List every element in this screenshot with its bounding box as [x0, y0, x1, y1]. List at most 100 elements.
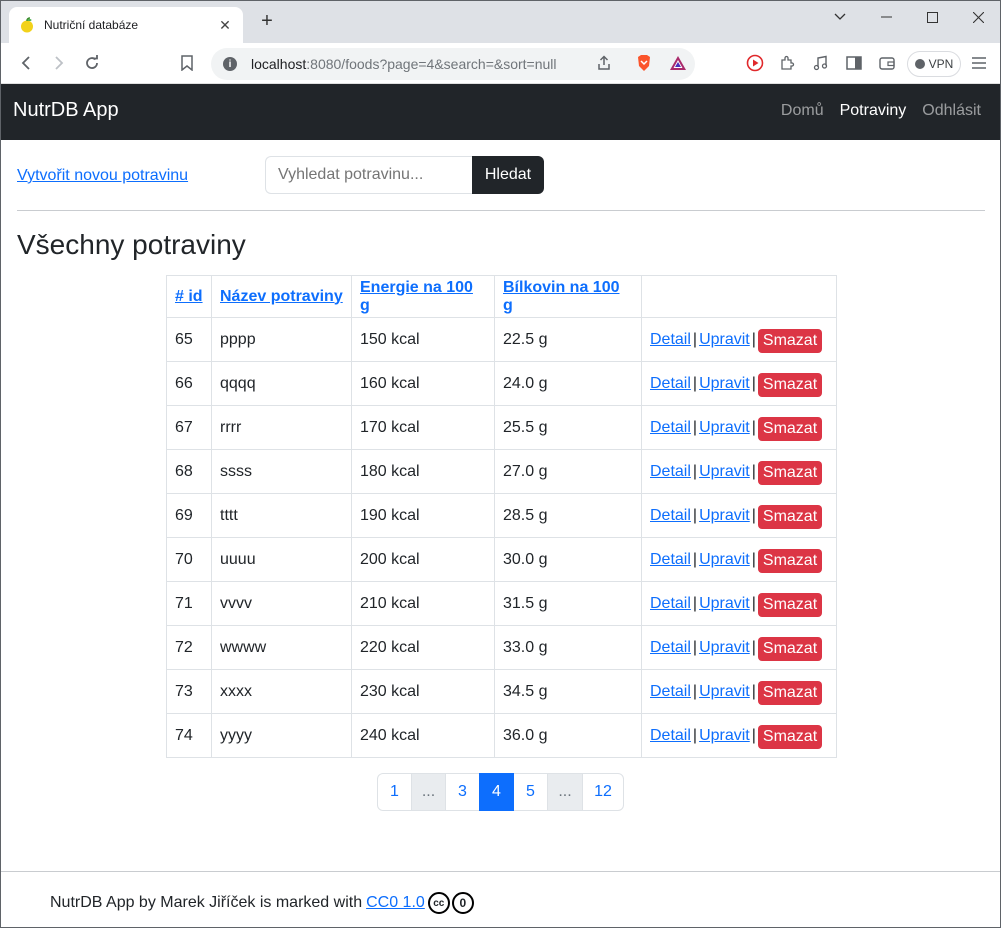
- action-separator: |: [692, 550, 698, 568]
- sidebar-icon[interactable]: [843, 52, 865, 74]
- edit-link[interactable]: Upravit: [699, 639, 750, 656]
- edit-link[interactable]: Upravit: [699, 595, 750, 612]
- edit-link[interactable]: Upravit: [699, 551, 750, 568]
- maximize-icon[interactable]: [909, 1, 955, 33]
- navbar-brand[interactable]: NutrDB App: [13, 99, 119, 122]
- delete-button[interactable]: Smazat: [757, 416, 823, 441]
- music-note-icon[interactable]: [809, 52, 831, 74]
- wallet-icon[interactable]: [876, 52, 898, 74]
- cell-id: 67: [166, 405, 212, 450]
- vpn-button[interactable]: VPN: [907, 51, 961, 77]
- bookmark-icon[interactable]: [176, 52, 198, 74]
- url-path: :8080/foods?page=4&search=&sort=null: [306, 56, 557, 72]
- edit-link[interactable]: Upravit: [699, 507, 750, 524]
- detail-link[interactable]: Detail: [650, 639, 691, 656]
- edit-link[interactable]: Upravit: [699, 727, 750, 744]
- cell-id: 70: [166, 537, 212, 582]
- cell-name: xxxx: [211, 669, 352, 714]
- extensions-puzzle-icon[interactable]: [776, 52, 798, 74]
- edit-link[interactable]: Upravit: [699, 375, 750, 392]
- cell-energy: 230 kcal: [351, 669, 495, 714]
- detail-link[interactable]: Detail: [650, 331, 691, 348]
- share-icon[interactable]: [593, 52, 615, 74]
- cc-zero-icon: 0: [451, 892, 474, 914]
- create-food-link[interactable]: Vytvořit novou potravinu: [17, 167, 188, 185]
- page-ellipsis: ...: [411, 773, 446, 811]
- cell-actions: Detail | Upravit | Smazat: [641, 405, 837, 450]
- new-tab-icon[interactable]: +: [257, 11, 277, 31]
- sort-by-name-link[interactable]: Název potraviny: [220, 288, 343, 305]
- detail-link[interactable]: Detail: [650, 595, 691, 612]
- reload-icon[interactable]: [81, 52, 103, 74]
- action-separator: |: [692, 682, 698, 700]
- delete-button[interactable]: Smazat: [757, 372, 823, 397]
- delete-button[interactable]: Smazat: [757, 328, 823, 353]
- brave-rewards-icon[interactable]: [667, 52, 689, 74]
- detail-link[interactable]: Detail: [650, 551, 691, 568]
- cell-protein: 36.0 g: [494, 713, 642, 758]
- tab-search-chevron-icon[interactable]: [817, 1, 863, 33]
- nav-link-home[interactable]: Domů: [781, 102, 824, 120]
- cell-id: 68: [166, 449, 212, 494]
- sort-by-energy-link[interactable]: Energie na 100 g: [360, 279, 473, 314]
- action-separator: |: [692, 726, 698, 744]
- detail-link[interactable]: Detail: [650, 507, 691, 524]
- app-navbar: NutrDB App Domů Potraviny Odhlásit: [1, 84, 1000, 140]
- browser-tab[interactable]: Nutriční databáze ✕: [9, 7, 243, 43]
- search-button[interactable]: Hledat: [472, 156, 544, 194]
- edit-link[interactable]: Upravit: [699, 419, 750, 436]
- cell-actions: Detail | Upravit | Smazat: [641, 625, 837, 670]
- page-link-1[interactable]: 1: [377, 773, 412, 811]
- minimize-icon[interactable]: [863, 1, 909, 33]
- cell-name: tttt: [211, 493, 352, 538]
- menu-hamburger-icon[interactable]: [968, 52, 990, 74]
- cell-energy: 240 kcal: [351, 713, 495, 758]
- delete-button[interactable]: Smazat: [757, 592, 823, 617]
- delete-button[interactable]: Smazat: [757, 636, 823, 661]
- back-icon[interactable]: [15, 52, 37, 74]
- delete-button[interactable]: Smazat: [757, 680, 823, 705]
- address-bar[interactable]: i localhost:8080/foods?page=4&search=&so…: [211, 48, 695, 80]
- delete-button[interactable]: Smazat: [757, 504, 823, 529]
- cell-name: qqqq: [211, 361, 352, 406]
- table-row: 69 tttt 190 kcal 28.5 g Detail | Upravit | Smaza…: [166, 493, 837, 538]
- close-tab-icon[interactable]: ✕: [217, 17, 233, 33]
- edit-link[interactable]: Upravit: [699, 331, 750, 348]
- nav-link-foods[interactable]: Potraviny: [840, 102, 907, 120]
- youtube-extension-icon[interactable]: [744, 52, 766, 74]
- action-separator: |: [751, 682, 756, 700]
- pagination: 1... 3 4 5... 12: [377, 773, 624, 811]
- header-name: Název potraviny: [211, 275, 352, 318]
- sort-by-protein-link[interactable]: Bílkovin na 100 g: [503, 279, 620, 314]
- action-separator: |: [751, 374, 756, 392]
- license-link[interactable]: CC0 1.0: [366, 894, 425, 912]
- detail-link[interactable]: Detail: [650, 375, 691, 392]
- delete-button[interactable]: Smazat: [757, 460, 823, 485]
- close-window-icon[interactable]: [955, 1, 1000, 33]
- detail-link[interactable]: Detail: [650, 463, 691, 480]
- delete-button[interactable]: Smazat: [757, 548, 823, 573]
- detail-link[interactable]: Detail: [650, 419, 691, 436]
- detail-link[interactable]: Detail: [650, 727, 691, 744]
- page-link-4[interactable]: 4: [479, 773, 514, 811]
- detail-link[interactable]: Detail: [650, 683, 691, 700]
- action-separator: |: [692, 462, 698, 480]
- edit-link[interactable]: Upravit: [699, 683, 750, 700]
- forward-icon[interactable]: [48, 52, 70, 74]
- brave-shield-icon[interactable]: [633, 52, 655, 74]
- cell-energy: 190 kcal: [351, 493, 495, 538]
- page-link-12[interactable]: 12: [582, 773, 624, 811]
- page-link-5[interactable]: 5: [513, 773, 548, 811]
- edit-link[interactable]: Upravit: [699, 463, 750, 480]
- nav-link-logout[interactable]: Odhlásit: [922, 102, 981, 120]
- page-link-3[interactable]: 3: [445, 773, 480, 811]
- table-row: 65 pppp 150 kcal 22.5 g Detail | Upravit | Smaza…: [166, 317, 837, 362]
- delete-button[interactable]: Smazat: [757, 724, 823, 749]
- action-separator: |: [751, 418, 756, 436]
- sort-by-id-link[interactable]: # id: [175, 288, 203, 305]
- cell-name: uuuu: [211, 537, 352, 582]
- cell-actions: Detail | Upravit | Smazat: [641, 317, 837, 362]
- search-input[interactable]: [265, 156, 472, 194]
- site-info-icon[interactable]: i: [223, 57, 237, 71]
- header-protein: Bílkovin na 100 g: [494, 275, 642, 318]
